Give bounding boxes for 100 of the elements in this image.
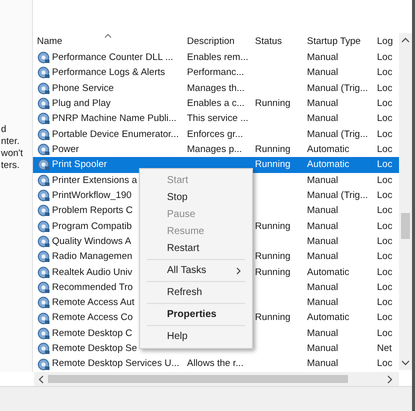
column-header[interactable]: Status: [251, 33, 303, 50]
menu-item[interactable]: Restart: [143, 240, 249, 257]
startup-type: Manual: [307, 343, 338, 354]
scroll-right-icon[interactable]: [387, 375, 393, 384]
service-name: PrintWorkflow_190: [52, 190, 132, 200]
service-name: Print Spooler: [52, 160, 107, 170]
service-name: Recommended Tro: [52, 282, 133, 292]
scrollbar-thumb[interactable]: [48, 375, 348, 383]
service-status: Running: [255, 312, 290, 324]
service-name: Realtek Audio Univ: [52, 268, 132, 277]
service-name: Printer Extensions a: [52, 176, 138, 186]
service-description: Enables rem...: [187, 52, 248, 63]
startup-type: Manual: [307, 358, 338, 370]
scrollbar-thumb[interactable]: [401, 213, 410, 239]
service-name: Remote Access Co: [52, 313, 133, 323]
log-on-as: Loc: [377, 190, 392, 201]
startup-type: Automatic: [307, 312, 350, 324]
log-on-as: Loc: [377, 282, 392, 293]
log-on-as: Loc: [377, 159, 392, 170]
startup-type: Manual: [307, 328, 338, 339]
startup-type: Manual: [307, 251, 338, 262]
horizontal-scrollbar[interactable]: [34, 372, 399, 386]
log-on-as: Loc: [377, 98, 392, 109]
menu-item[interactable]: All Tasks: [143, 262, 249, 279]
startup-type: Automatic: [307, 159, 350, 170]
log-on-as: Loc: [377, 52, 392, 63]
service-description: Allows the r...: [187, 358, 244, 370]
log-on-as: Loc: [377, 220, 392, 232]
service-status: Running: [255, 98, 290, 109]
service-name: PNRP Machine Name Publi...: [52, 114, 176, 124]
service-description: Enforces gr...: [187, 128, 243, 140]
startup-type: Manual: [307, 205, 338, 216]
log-on-as: Loc: [377, 297, 392, 308]
menu-item[interactable]: Help: [143, 328, 249, 345]
service-description: Manages p...: [187, 144, 242, 155]
service-name: Remote Access Aut: [52, 298, 134, 308]
service-name: Remote Desktop Se: [52, 344, 138, 354]
log-on-as: Loc: [377, 174, 392, 186]
service-name: Portable Device Enumerator...: [52, 130, 179, 140]
startup-type: Manual: [307, 236, 338, 247]
startup-type: Manual: [307, 67, 338, 78]
service-description: Performanc...: [187, 67, 244, 78]
description-text: nter.: [0, 136, 20, 148]
startup-type: Manual (Trig...: [307, 82, 368, 94]
description-text: d: [0, 124, 8, 136]
service-name: Phone Service: [52, 84, 114, 94]
service-name: Radio Managemen: [52, 252, 132, 262]
service-description: This service ...: [187, 113, 248, 124]
description-text: won't: [0, 148, 24, 160]
startup-type: Manual (Trig...: [307, 128, 368, 140]
log-on-as: Net: [377, 343, 392, 354]
log-on-as: Loc: [377, 266, 392, 278]
menu-item[interactable]: Refresh: [143, 284, 249, 301]
startup-type: Manual: [307, 297, 338, 308]
service-description: Enables a c...: [187, 98, 245, 109]
startup-type: Manual: [307, 282, 338, 293]
startup-type: Automatic: [307, 144, 350, 155]
startup-type: Manual (Trig...: [307, 190, 368, 201]
column-header[interactable]: Log: [373, 33, 399, 50]
scroll-down-icon[interactable]: [401, 360, 410, 366]
scroll-up-icon[interactable]: [401, 37, 410, 43]
vertical-scrollbar[interactable]: [399, 33, 412, 370]
log-on-as: Loc: [377, 82, 392, 94]
startup-type: Manual: [307, 220, 338, 232]
service-name: Remote Desktop Services U...: [52, 359, 180, 369]
service-name: Problem Reports C: [52, 206, 133, 216]
menu-item[interactable]: Stop: [143, 189, 249, 206]
service-name: Program Compatib: [52, 222, 132, 232]
log-on-as: Loc: [377, 128, 392, 140]
log-on-as: Loc: [377, 67, 392, 78]
service-status: Running: [255, 144, 290, 155]
service-name: Plug and Play: [52, 98, 111, 108]
startup-type: Manual: [307, 98, 338, 109]
startup-type: Manual: [307, 113, 338, 124]
service-status: Running: [255, 266, 290, 278]
description-text: ters.: [0, 160, 20, 172]
column-header[interactable]: Startup Type: [303, 33, 373, 50]
log-on-as: Loc: [377, 251, 392, 262]
column-header[interactable]: Description: [183, 33, 251, 50]
startup-type: Automatic: [307, 266, 350, 278]
service-name: Remote Desktop C: [52, 328, 132, 338]
service-name: Performance Logs & Alerts: [52, 68, 165, 78]
startup-type: Manual: [307, 174, 338, 186]
selected-row[interactable]: Print Spooler Running Automatic Loc: [33, 157, 399, 173]
log-on-as: Loc: [377, 144, 392, 155]
log-on-as: Loc: [377, 358, 392, 370]
service-name: Performance Counter DLL ...: [52, 52, 174, 62]
startup-type: Manual: [307, 52, 338, 63]
log-on-as: Loc: [377, 236, 392, 247]
log-on-as: Loc: [377, 312, 392, 324]
log-on-as: Loc: [377, 328, 392, 339]
column-header[interactable]: Name: [33, 33, 183, 50]
menu-item[interactable]: Properties: [143, 306, 249, 323]
log-on-as: Loc: [377, 205, 392, 216]
log-on-as: Loc: [377, 113, 392, 124]
service-status: Running: [255, 159, 290, 170]
service-status: Running: [255, 251, 290, 262]
scroll-left-icon[interactable]: [38, 375, 44, 384]
service-status: Running: [255, 220, 290, 232]
service-description: Manages th...: [187, 82, 245, 94]
